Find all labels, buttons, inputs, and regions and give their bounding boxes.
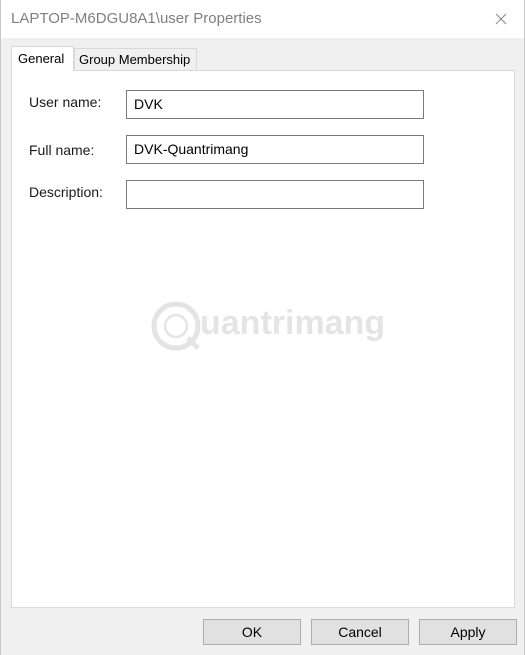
user-name-input[interactable]: DVK <box>126 90 424 119</box>
general-tab-panel: User name: DVK Full name: DVK-Quantriman… <box>11 70 515 608</box>
cancel-button[interactable]: Cancel <box>311 619 409 645</box>
description-input[interactable] <box>126 180 424 209</box>
tab-group-membership[interactable]: Group Membership <box>74 48 197 70</box>
user-properties-dialog: LAPTOP-M6DGU8A1\user Properties General … <box>0 0 525 655</box>
ok-button[interactable]: OK <box>203 619 301 645</box>
user-name-label: User name: <box>29 94 102 110</box>
description-label: Description: <box>29 184 103 200</box>
close-icon <box>495 13 507 25</box>
apply-button[interactable]: Apply <box>419 619 517 645</box>
title-bar[interactable]: LAPTOP-M6DGU8A1\user Properties <box>1 0 524 38</box>
watermark-text: uantrimang <box>200 304 386 342</box>
full-name-input[interactable]: DVK-Quantrimang <box>126 135 424 164</box>
full-name-label: Full name: <box>29 142 95 158</box>
tab-general[interactable]: General <box>11 46 74 71</box>
close-button[interactable] <box>478 0 524 38</box>
watermark: uantrimang <box>150 298 390 354</box>
window-title: LAPTOP-M6DGU8A1\user Properties <box>11 10 262 27</box>
quantrimang-logo-icon <box>151 301 201 351</box>
